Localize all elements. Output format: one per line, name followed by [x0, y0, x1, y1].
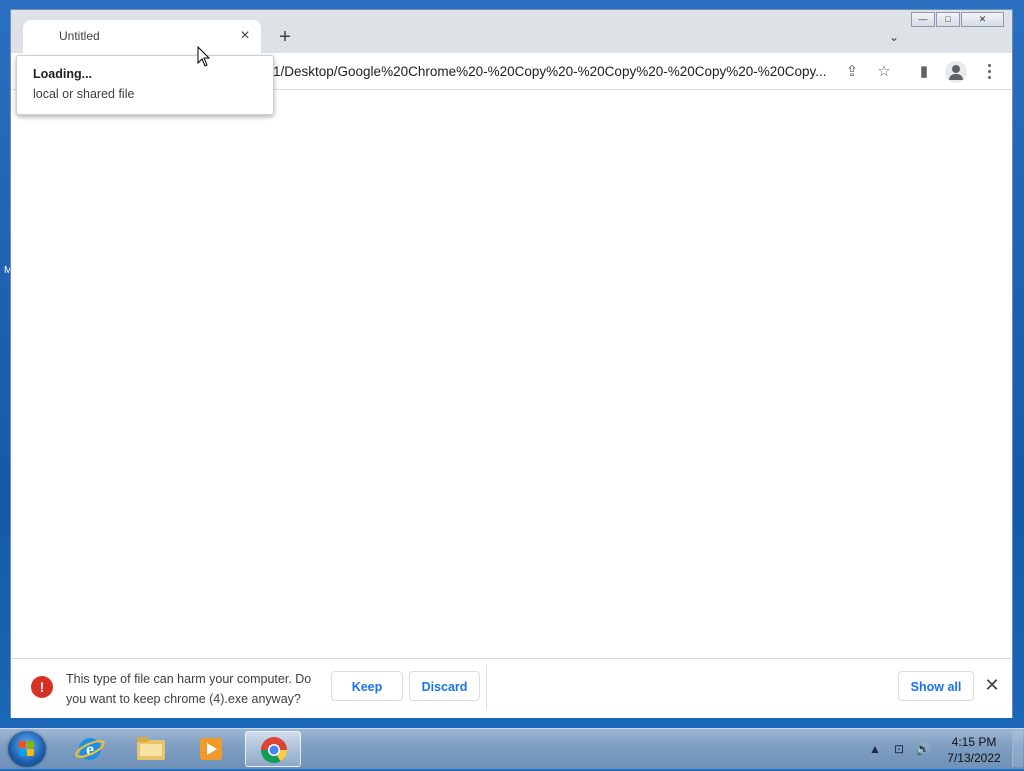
close-shelf-icon[interactable]: ✕	[982, 675, 1002, 695]
show-hidden-icons[interactable]: ▲	[866, 740, 884, 758]
menu-kebab-icon[interactable]	[979, 61, 999, 83]
clock-time: 4:15 PM	[951, 735, 997, 749]
minimize-button[interactable]: —	[911, 12, 935, 27]
shelf-divider	[486, 665, 487, 709]
warning-icon: !	[31, 676, 53, 698]
hover-card-subtitle: local or shared file	[33, 87, 135, 101]
tab-hover-card: Loading... local or shared file	[16, 55, 274, 115]
share-icon[interactable]: ⇪	[841, 61, 863, 83]
window-controls: — □ ✕	[910, 12, 1004, 28]
show-desktop-button[interactable]	[1012, 731, 1023, 767]
maximize-button[interactable]: □	[936, 12, 960, 27]
tab-title: Untitled	[59, 29, 100, 43]
side-panel-icon[interactable]: ▮	[913, 61, 935, 83]
keep-button[interactable]: Keep	[331, 671, 403, 701]
show-all-button[interactable]: Show all	[898, 671, 974, 701]
network-icon[interactable]: ⊡	[890, 740, 908, 758]
download-shelf: ! This type of file can harm your comput…	[11, 658, 1012, 718]
file-explorer-taskbar-icon[interactable]	[123, 731, 179, 767]
bookmark-star-icon[interactable]: ☆	[873, 61, 895, 83]
address-bar-url[interactable]: 1/Desktop/Google%20Chrome%20-%20Copy%20-…	[273, 64, 833, 82]
chrome-taskbar-icon[interactable]	[245, 731, 301, 767]
volume-icon[interactable]: 🔊	[914, 740, 932, 758]
hover-card-title: Loading...	[33, 67, 93, 81]
mouse-cursor-icon	[197, 46, 211, 67]
new-tab-button[interactable]: +	[274, 26, 296, 48]
tab-untitled[interactable]: Untitled ×	[23, 20, 261, 53]
system-clock[interactable]: 4:15 PM 7/13/2022	[940, 734, 1008, 766]
chrome-window: Untitled × + ⌄ — □ ✕ 1/Desktop/Google%20…	[10, 9, 1013, 718]
taskbar: e ▲ ⊡ 🔊 4:15 PM 7/13/2022	[0, 728, 1024, 769]
tab-close-icon[interactable]: ×	[235, 26, 255, 46]
internet-explorer-taskbar-icon[interactable]: e	[62, 731, 118, 767]
tab-strip: Untitled × + ⌄ — □ ✕	[11, 10, 1012, 53]
profile-avatar-icon[interactable]	[945, 61, 967, 83]
discard-button[interactable]: Discard	[409, 671, 480, 701]
close-window-button[interactable]: ✕	[961, 12, 1004, 27]
tab-search-icon[interactable]: ⌄	[884, 27, 904, 47]
download-warning-text: This type of file can harm your computer…	[66, 672, 312, 706]
media-player-taskbar-icon[interactable]	[183, 731, 239, 767]
clock-date: 7/13/2022	[947, 751, 1001, 765]
start-button[interactable]	[8, 731, 46, 767]
